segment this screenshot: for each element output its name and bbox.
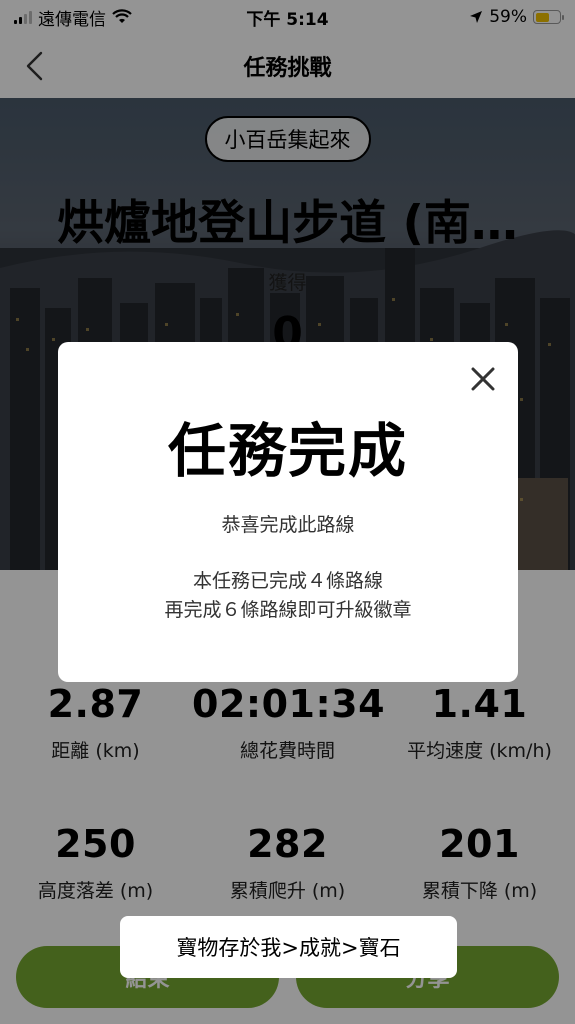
dialog-title: 任務完成 — [167, 417, 408, 485]
dialog-subtitle: 恭喜完成此路線 — [221, 514, 355, 536]
treasure-toast: 寶物存於我>成就>寶石 — [120, 916, 457, 978]
close-icon[interactable] — [468, 364, 498, 394]
dialog-progress-line: 本任務已完成４條路線 — [192, 570, 383, 592]
dialog-upgrade-line: 再完成６條路線即可升級徽章 — [164, 599, 412, 621]
mission-complete-dialog: 任務完成 恭喜完成此路線 本任務已完成４條路線 再完成６條路線即可升級徽章 — [58, 342, 518, 682]
